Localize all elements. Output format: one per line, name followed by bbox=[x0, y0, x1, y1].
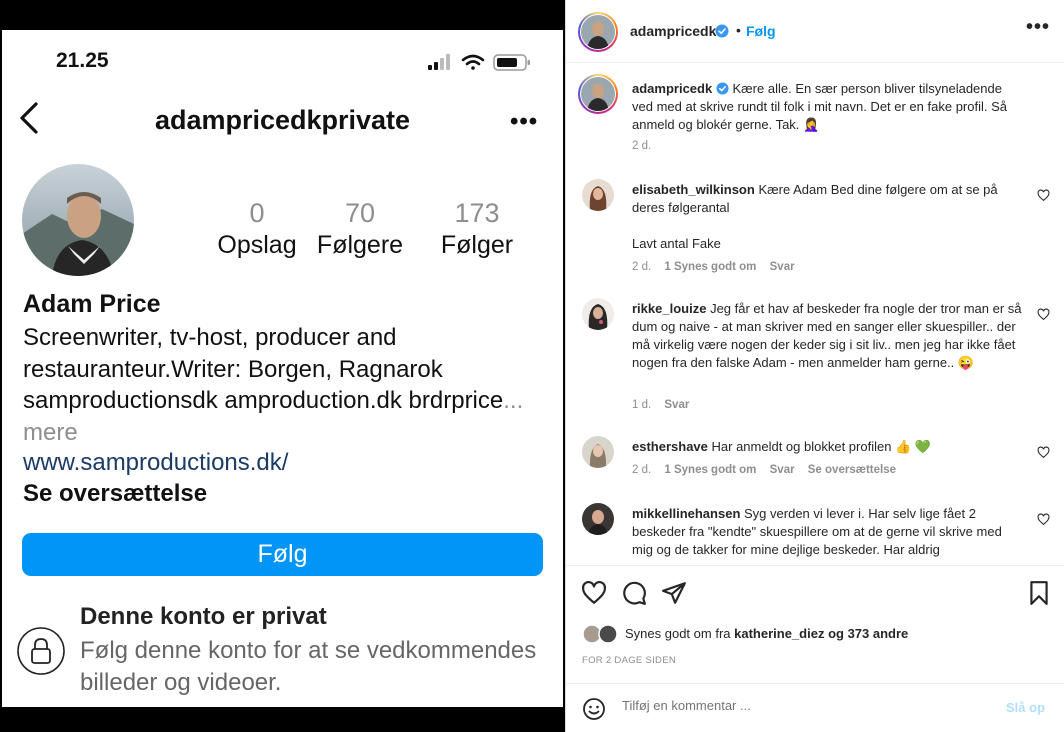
comment: esthershave Har anmeldt og blokket profi… bbox=[566, 436, 1064, 486]
comment-reply-button[interactable]: Svar bbox=[770, 464, 795, 476]
header-avatar[interactable] bbox=[578, 12, 618, 52]
more-options-icon[interactable]: ••• bbox=[510, 108, 538, 136]
comments-list: adampricedk Kære alle. En sær person bli… bbox=[566, 64, 1064, 565]
comment-time: 2 d. bbox=[632, 464, 652, 476]
private-account-subtitle: Følg denne konto for at se vedkommendes … bbox=[80, 637, 537, 696]
post-actions: Synes godt om fra katherine_diez og 373 … bbox=[566, 565, 1064, 683]
caption-meta: 2 d. bbox=[632, 140, 661, 152]
comment-username[interactable]: elisabeth_wilkinson bbox=[632, 182, 755, 197]
stat-followers[interactable]: 70 Følgere bbox=[310, 196, 410, 260]
comment-time: 2 d. bbox=[632, 261, 652, 273]
stat-following[interactable]: 173 Følger bbox=[422, 196, 532, 260]
post-more-options-icon[interactable]: ••• bbox=[1026, 16, 1050, 39]
follow-button[interactable]: Følg bbox=[22, 533, 543, 576]
comment-like-heart-icon[interactable] bbox=[1037, 513, 1050, 526]
caption: adampricedk Kære alle. En sær person bli… bbox=[566, 74, 1064, 164]
comment: rikke_louize Jeg får et hav af beskeder … bbox=[566, 298, 1064, 418]
header-separator: • bbox=[736, 22, 741, 38]
caption-text: adampricedk Kære alle. En sær person bli… bbox=[632, 80, 1022, 134]
caption-username[interactable]: adampricedk bbox=[632, 81, 712, 96]
comment-text: esthershave Har anmeldt og blokket profi… bbox=[632, 438, 1022, 456]
emoji-smiley-icon[interactable] bbox=[582, 697, 606, 721]
header-username[interactable]: adampricedk bbox=[630, 23, 716, 39]
verified-badge-icon bbox=[715, 24, 729, 38]
comment-username[interactable]: rikke_louize bbox=[632, 301, 706, 316]
post-header: adampricedk • Følg ••• bbox=[566, 0, 1064, 63]
comment-meta: 2 d. 1 Synes godt om Svar Se oversættels… bbox=[632, 464, 906, 476]
add-comment-bar: Slå op bbox=[566, 683, 1064, 732]
phone-screenshot-area: 21.25 adampricedkprivate ••• 0 Opslag 70… bbox=[0, 0, 565, 732]
comment-body-line2: Lavt antal Fake bbox=[632, 236, 721, 251]
comment-see-translation[interactable]: Se oversættelse bbox=[808, 464, 896, 476]
stat-followers-count: 70 bbox=[344, 198, 376, 228]
comment-username[interactable]: mikkellinehansen bbox=[632, 506, 740, 521]
save-bookmark-icon[interactable] bbox=[1026, 580, 1052, 606]
comment-likes[interactable]: 1 Synes godt om bbox=[664, 261, 756, 273]
likes-prefix: Synes godt om fra bbox=[625, 626, 731, 641]
post-date: FOR 2 DAGE SIDEN bbox=[582, 655, 677, 666]
comment-text: elisabeth_wilkinson Kære Adam Bed dine f… bbox=[632, 181, 1022, 253]
verified-badge-icon bbox=[716, 82, 729, 95]
post-comment-button[interactable]: Slå op bbox=[1006, 700, 1045, 715]
comment-username[interactable]: esthershave bbox=[632, 439, 708, 454]
stat-following-label: Følger bbox=[440, 231, 514, 259]
bio-website-link[interactable]: www.samproductions.dk/ bbox=[23, 449, 288, 477]
comment-input[interactable] bbox=[622, 698, 982, 713]
status-time: 21.25 bbox=[56, 49, 109, 72]
comment-reply-button[interactable]: Svar bbox=[664, 399, 689, 411]
comment-body: Har anmeldt og blokket profilen 👍 💚 bbox=[711, 439, 932, 454]
stat-followers-label: Følgere bbox=[316, 231, 404, 259]
caption-avatar[interactable] bbox=[578, 74, 618, 114]
private-account-title: Denne konto er privat bbox=[80, 603, 327, 630]
battery-icon bbox=[493, 54, 530, 71]
comment-likes[interactable]: 1 Synes godt om bbox=[664, 464, 756, 476]
bio-text-body: Screenwriter, tv-host, producer and rest… bbox=[23, 324, 504, 414]
comment-meta: 1 d. Svar bbox=[632, 399, 699, 411]
stat-following-count: 173 bbox=[454, 198, 500, 228]
comment-avatar[interactable] bbox=[582, 179, 614, 211]
likes-text: Synes godt om fra katherine_diez og 373 … bbox=[625, 626, 945, 641]
comment-like-heart-icon[interactable] bbox=[1037, 189, 1050, 202]
stat-posts-count: 0 bbox=[249, 198, 265, 228]
comment-avatar[interactable] bbox=[582, 298, 614, 330]
status-bar-icons bbox=[428, 54, 530, 71]
likes-user[interactable]: katherine_diez bbox=[734, 626, 824, 641]
header-follow-button[interactable]: Følg bbox=[746, 23, 776, 39]
like-heart-icon[interactable] bbox=[581, 580, 607, 606]
likes-suffix[interactable]: og 373 andre bbox=[828, 626, 908, 641]
lock-icon bbox=[17, 627, 65, 675]
stat-posts[interactable]: 0 Opslag bbox=[207, 196, 307, 260]
comment-bubble-icon[interactable] bbox=[621, 580, 647, 606]
comment: elisabeth_wilkinson Kære Adam Bed dine f… bbox=[566, 179, 1064, 279]
phone-screen: 21.25 adampricedkprivate ••• 0 Opslag 70… bbox=[2, 30, 563, 707]
bio-name: Adam Price bbox=[23, 290, 161, 318]
comment: mikkellinehansen Syg verden vi lever i. … bbox=[566, 503, 1064, 565]
bio-text: Screenwriter, tv-host, producer and rest… bbox=[23, 322, 543, 448]
comment-meta: 2 d. 1 Synes godt om Svar bbox=[632, 261, 805, 273]
comment-text: rikke_louize Jeg får et hav af beskeder … bbox=[632, 300, 1022, 372]
comment-like-heart-icon[interactable] bbox=[1037, 308, 1050, 321]
caption-time: 2 d. bbox=[632, 140, 652, 152]
post-panel: adampricedk • Følg ••• adampricedk Kære … bbox=[565, 0, 1064, 732]
liker-avatars bbox=[582, 624, 618, 644]
see-translation-link[interactable]: Se oversættelse bbox=[23, 480, 207, 508]
stat-posts-label: Opslag bbox=[217, 231, 297, 259]
comment-avatar[interactable] bbox=[582, 436, 614, 468]
comment-reply-button[interactable]: Svar bbox=[770, 261, 795, 273]
share-paper-plane-icon[interactable] bbox=[661, 580, 687, 606]
profile-avatar bbox=[22, 164, 134, 276]
signal-icon bbox=[428, 54, 450, 70]
wifi-icon bbox=[461, 54, 485, 70]
comment-time: 1 d. bbox=[632, 399, 652, 411]
comment-text: mikkellinehansen Syg verden vi lever i. … bbox=[632, 505, 1022, 559]
profile-handle: adampricedkprivate bbox=[154, 105, 411, 135]
comment-avatar[interactable] bbox=[582, 503, 614, 535]
comment-like-heart-icon[interactable] bbox=[1037, 446, 1050, 459]
